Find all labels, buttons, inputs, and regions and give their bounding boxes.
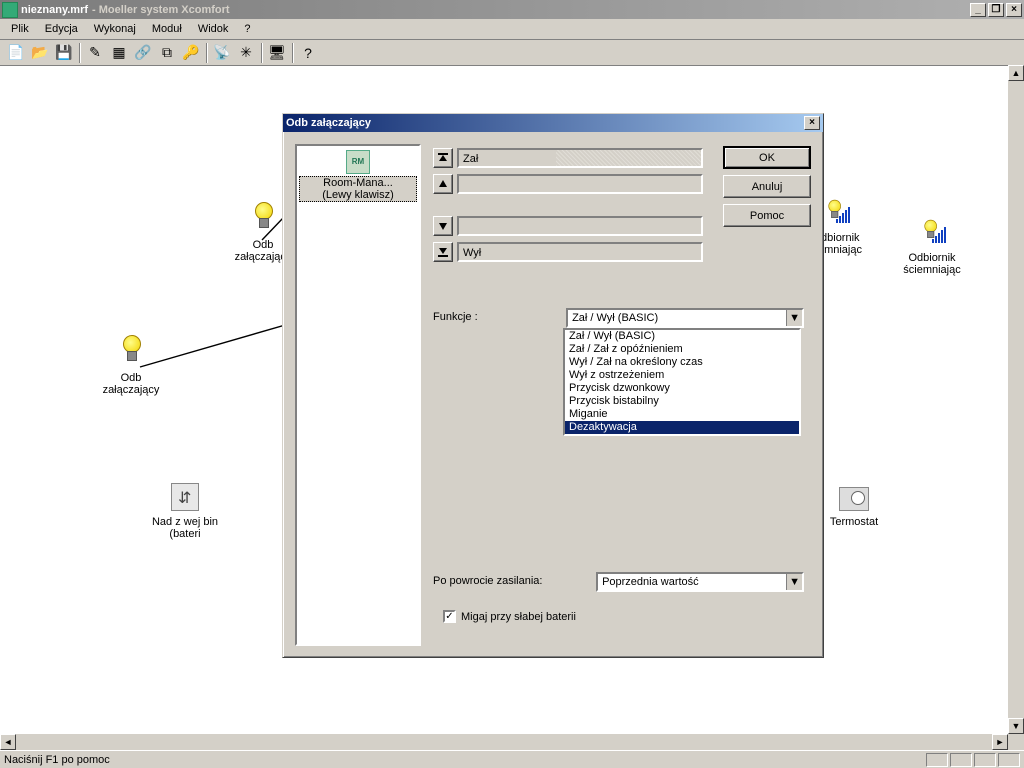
bulb-icon bbox=[251, 202, 275, 234]
device-odb-2[interactable]: Odb załączający bbox=[86, 335, 176, 396]
scroll-left-icon[interactable]: ◄ bbox=[0, 734, 16, 750]
menu-help[interactable]: ? bbox=[237, 21, 257, 37]
tb-new-icon[interactable]: 📄 bbox=[5, 42, 27, 64]
tb-monitor-icon[interactable]: 🖥 bbox=[266, 42, 288, 64]
status-box bbox=[974, 753, 996, 767]
menu-widok[interactable]: Widok bbox=[191, 21, 236, 37]
arrow-down-icon[interactable] bbox=[433, 216, 453, 236]
combo-value: Poprzednia wartość bbox=[598, 574, 786, 590]
funkcje-label: Funkcje : bbox=[433, 308, 563, 323]
device-label: Nad z wej bin (bateri bbox=[140, 516, 230, 540]
bulb-icon bbox=[119, 335, 143, 367]
device-label: Odb załączający bbox=[86, 372, 176, 396]
dialog-close-button[interactable]: × bbox=[804, 116, 820, 130]
status-box bbox=[950, 753, 972, 767]
combo-value: Zał / Wył (BASIC) bbox=[568, 310, 786, 326]
dimmer-icon bbox=[820, 195, 852, 227]
toolbar-separator bbox=[79, 43, 80, 63]
tb-key-icon[interactable]: 🔑 bbox=[180, 42, 202, 64]
listbox-item[interactable]: Wył z ostrzeżeniem bbox=[565, 369, 799, 382]
dialog-odb-zalaczajacy: Odb załączający × RM Room-Mana... (Lewy … bbox=[282, 113, 824, 658]
level-field-zal[interactable]: Zał bbox=[457, 148, 703, 168]
app-icon bbox=[2, 2, 18, 18]
arrow-up-icon[interactable] bbox=[433, 174, 453, 194]
toolbar: 📄 📂 💾 ✎ ▦ 🔗 ⧉ 🔑 📡 ✳ 🖥 ? bbox=[0, 40, 1024, 66]
binary-input-icon bbox=[171, 483, 199, 511]
listbox-item[interactable]: Wył / Zał na określony czas bbox=[565, 356, 799, 369]
scroll-right-icon[interactable]: ► bbox=[992, 734, 1008, 750]
window-titlebar: nieznany.mrf - Moeller system Xcomfort _… bbox=[0, 0, 1024, 19]
tb-insert-icon[interactable]: ▦ bbox=[108, 42, 130, 64]
status-boxes bbox=[926, 753, 1020, 767]
funkcje-listbox[interactable]: Zał / Wył (BASIC)Zał / Zał z opóźnieniem… bbox=[563, 328, 801, 436]
listbox-item[interactable]: Zał / Wył (BASIC) bbox=[565, 330, 799, 343]
tb-chain-icon[interactable]: ⧉ bbox=[156, 42, 178, 64]
chevron-down-icon[interactable]: ▼ bbox=[786, 574, 802, 590]
menu-bar: Plik Edycja Wykonaj Moduł Widok ? bbox=[0, 19, 1024, 40]
dimmer-icon bbox=[916, 215, 948, 247]
close-button[interactable]: × bbox=[1006, 3, 1022, 17]
menu-modul[interactable]: Moduł bbox=[145, 21, 189, 37]
status-hint: Naciśnij F1 po pomoc bbox=[4, 754, 110, 766]
migaj-checkbox[interactable]: ✓ Migaj przy słabej baterii bbox=[443, 610, 576, 623]
powrocie-combo[interactable]: Poprzednia wartość ▼ bbox=[596, 572, 804, 592]
status-bar: Naciśnij F1 po pomoc bbox=[0, 750, 1024, 768]
dialog-titlebar[interactable]: Odb załączający × bbox=[283, 114, 823, 132]
help-button[interactable]: Pomoc bbox=[723, 204, 811, 227]
horizontal-scrollbar[interactable]: ◄ ► bbox=[0, 734, 1008, 750]
list-item[interactable]: RM Room-Mana... (Lewy klawisz) bbox=[297, 146, 419, 204]
status-box bbox=[998, 753, 1020, 767]
listbox-item[interactable]: Miganie bbox=[565, 408, 799, 421]
tb-help-icon[interactable]: ? bbox=[297, 42, 319, 64]
tb-antenna-icon[interactable]: 📡 bbox=[211, 42, 233, 64]
level-rows: Zał Wył bbox=[433, 148, 703, 262]
ok-button[interactable]: OK bbox=[723, 146, 811, 169]
device-dim-2[interactable]: Odbiornik ściemniając bbox=[887, 215, 977, 276]
tb-signal-icon[interactable]: ✳ bbox=[235, 42, 257, 64]
toolbar-separator bbox=[206, 43, 207, 63]
level-field-wyl[interactable]: Wył bbox=[457, 242, 703, 262]
checkbox-box: ✓ bbox=[443, 610, 456, 623]
toolbar-separator bbox=[292, 43, 293, 63]
toolbar-separator bbox=[261, 43, 262, 63]
tb-open-icon[interactable]: 📂 bbox=[29, 42, 51, 64]
listbox-item[interactable]: Przycisk bistabilny bbox=[565, 395, 799, 408]
vertical-scrollbar[interactable]: ▲ ▼ bbox=[1008, 65, 1024, 734]
menu-wykonaj[interactable]: Wykonaj bbox=[87, 21, 143, 37]
listbox-item[interactable]: Przycisk dzwonkowy bbox=[565, 382, 799, 395]
room-manager-icon: RM bbox=[346, 150, 370, 174]
minimize-button[interactable]: _ bbox=[970, 3, 986, 17]
tb-redpen-icon[interactable]: ✎ bbox=[84, 42, 106, 64]
device-nad-bin[interactable]: Nad z wej bin (bateri bbox=[140, 483, 230, 540]
title-filename: nieznany.mrf bbox=[21, 4, 88, 16]
status-box bbox=[926, 753, 948, 767]
tb-save-icon[interactable]: 💾 bbox=[53, 42, 75, 64]
list-item-label: Room-Mana... (Lewy klawisz) bbox=[299, 176, 417, 202]
powrocie-label: Po powrocie zasilania: bbox=[433, 572, 593, 587]
arrow-up-full-icon[interactable] bbox=[433, 148, 453, 168]
checkbox-label: Migaj przy słabej baterii bbox=[461, 611, 576, 623]
arrow-down-full-icon[interactable] bbox=[433, 242, 453, 262]
listbox-item[interactable]: Zał / Zał z opóźnieniem bbox=[565, 343, 799, 356]
chevron-down-icon[interactable]: ▼ bbox=[786, 310, 802, 326]
thermostat-icon bbox=[839, 487, 869, 511]
menu-plik[interactable]: Plik bbox=[4, 21, 36, 37]
title-appname: - Moeller system Xcomfort bbox=[92, 4, 230, 16]
tb-link-icon[interactable]: 🔗 bbox=[132, 42, 154, 64]
device-label: Odbiornik ściemniając bbox=[887, 252, 977, 276]
restore-button[interactable]: ❐ bbox=[988, 3, 1004, 17]
level-field-2[interactable] bbox=[457, 174, 703, 194]
dialog-title: Odb załączający bbox=[286, 117, 371, 129]
level-field-3[interactable] bbox=[457, 216, 703, 236]
listbox-item[interactable]: Dezaktywacja bbox=[565, 421, 799, 434]
scroll-down-icon[interactable]: ▼ bbox=[1008, 718, 1024, 734]
scroll-up-icon[interactable]: ▲ bbox=[1008, 65, 1024, 81]
menu-edycja[interactable]: Edycja bbox=[38, 21, 85, 37]
sender-list[interactable]: RM Room-Mana... (Lewy klawisz) bbox=[295, 144, 421, 646]
funkcje-combo[interactable]: Zał / Wył (BASIC) ▼ bbox=[566, 308, 804, 328]
cancel-button[interactable]: Anuluj bbox=[723, 175, 811, 198]
